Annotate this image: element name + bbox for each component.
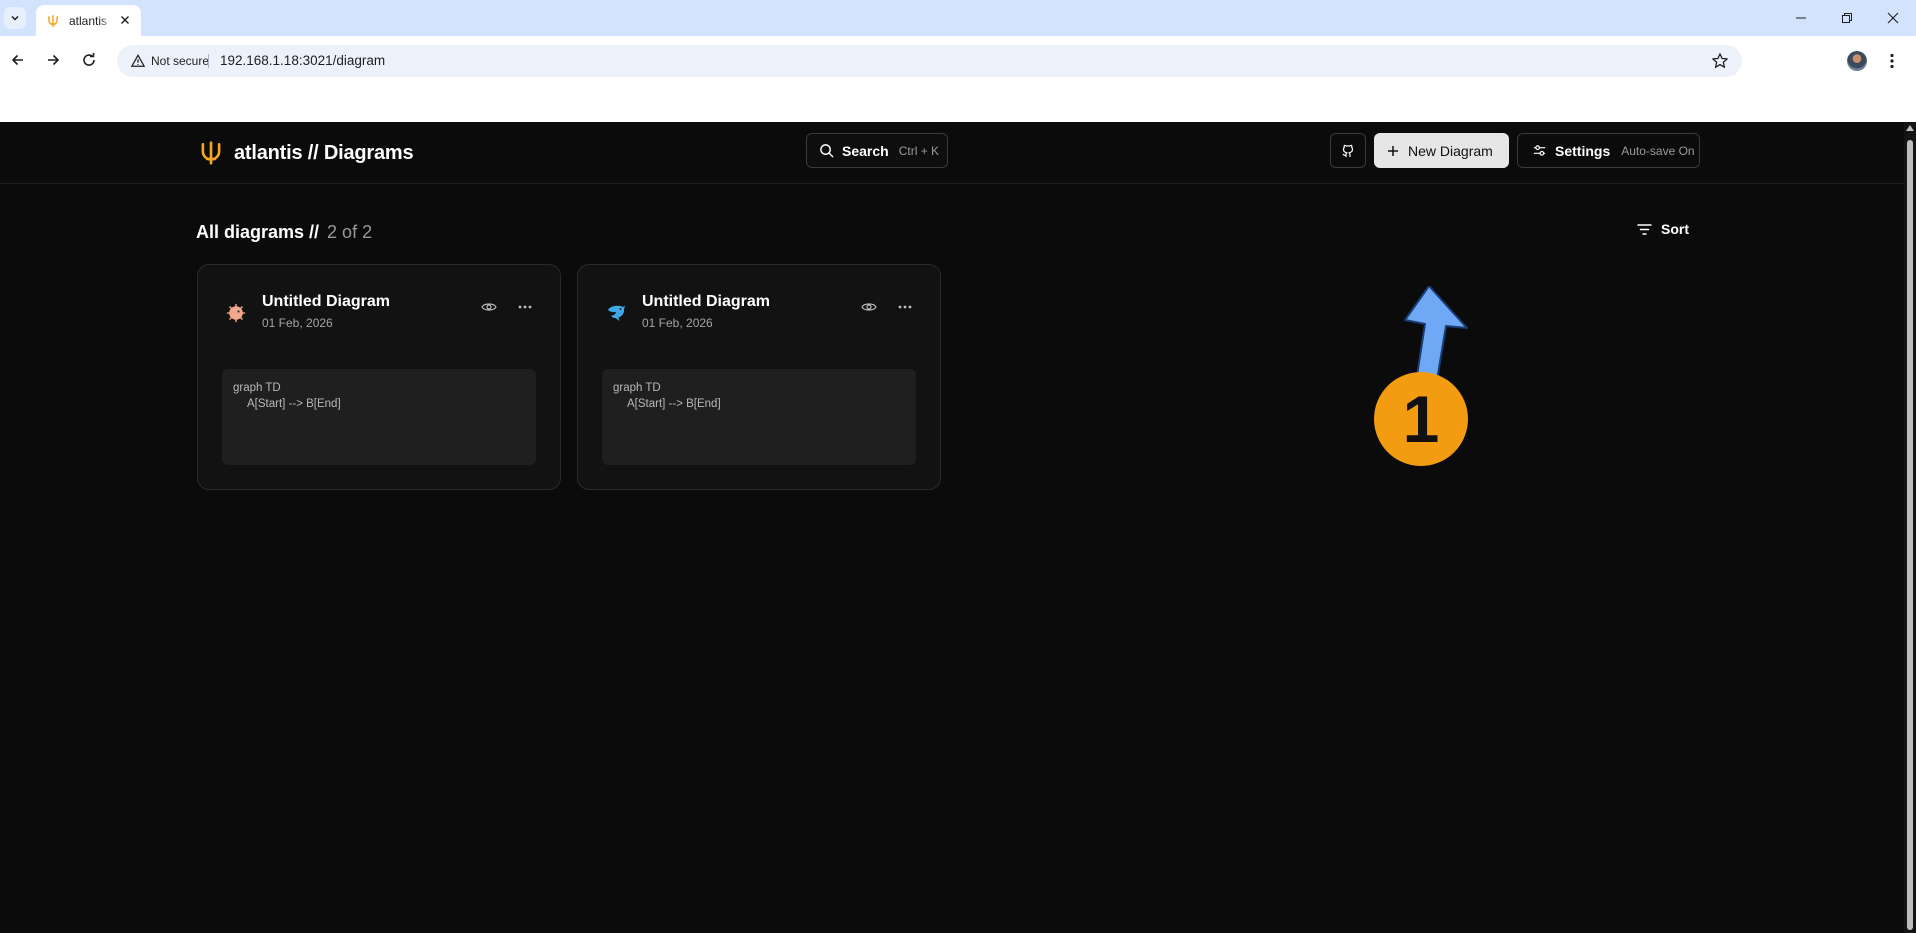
security-chip[interactable]: Not secure	[125, 50, 215, 72]
section-heading: All diagrams // 2 of 2	[196, 222, 372, 243]
browser-tab[interactable]: atlantis	[36, 5, 141, 36]
brand-title: atlantis // Diagrams	[234, 141, 414, 164]
eye-icon[interactable]	[860, 298, 878, 316]
diagram-title[interactable]: Untitled Diagram	[262, 293, 390, 311]
settings-label: Settings	[1555, 142, 1611, 159]
app-page: atlantis // Diagrams Search Ctrl + K New…	[0, 122, 1916, 933]
url-text[interactable]: 192.168.1.18:3021/diagram	[220, 53, 385, 68]
scroll-up-arrow-icon[interactable]	[1906, 125, 1914, 131]
diagram-card[interactable]: Untitled Diagram 01 Feb, 2026 graph TD A…	[577, 264, 941, 490]
section-title: All diagrams //	[196, 222, 320, 242]
step-badge: 1	[1374, 372, 1468, 466]
github-icon	[1342, 144, 1354, 157]
eye-icon[interactable]	[480, 298, 498, 316]
close-window-icon[interactable]	[1883, 8, 1903, 28]
sliders-icon	[1533, 145, 1546, 156]
minimize-icon[interactable]	[1791, 8, 1811, 28]
more-horizontal-icon[interactable]	[896, 298, 914, 316]
filter-lines-icon	[1637, 223, 1652, 235]
code-line: graph TD	[613, 382, 661, 394]
code-line: A[Start] --> B[End]	[247, 397, 341, 410]
forward-icon[interactable]	[41, 48, 65, 72]
address-bar[interactable]: Not secure 192.168.1.18:3021/diagram	[117, 45, 1742, 77]
search-label: Search	[842, 142, 889, 159]
scroll-thumb[interactable]	[1907, 140, 1913, 930]
plus-icon	[1388, 145, 1398, 156]
dolphin-icon	[604, 301, 628, 325]
new-diagram-label: New Diagram	[1408, 142, 1493, 159]
page-scrollbar[interactable]	[1904, 122, 1916, 933]
autosave-status: Auto-save On	[1621, 143, 1695, 158]
code-preview: graph TD A[Start] --> B[End]	[222, 369, 536, 465]
trident-favicon-icon	[46, 14, 60, 28]
brand[interactable]: atlantis // Diagrams	[198, 140, 414, 166]
new-diagram-button[interactable]: New Diagram	[1374, 133, 1509, 168]
sort-button[interactable]: Sort	[1637, 221, 1689, 237]
code-preview: graph TD A[Start] --> B[End]	[602, 369, 916, 465]
tab-close-icon[interactable]	[118, 13, 132, 27]
search-shortcut: Ctrl + K	[898, 143, 940, 158]
chevron-down-icon	[11, 15, 19, 21]
security-label: Not secure	[151, 54, 210, 68]
search-icon	[820, 144, 834, 158]
restore-icon[interactable]	[1837, 8, 1857, 28]
step-number: 1	[1402, 382, 1440, 456]
browser-tab-strip: atlantis	[0, 0, 1916, 36]
trident-logo-icon	[201, 141, 221, 165]
code-line: A[Start] --> B[End]	[627, 397, 721, 410]
app-header: atlantis // Diagrams Search Ctrl + K New…	[0, 122, 1904, 184]
diagram-date: 01 Feb, 2026	[262, 316, 333, 330]
browser-toolbar: Not secure 192.168.1.18:3021/diagram	[0, 36, 1916, 122]
warning-icon	[131, 54, 145, 67]
search-button[interactable]: Search Ctrl + K	[806, 133, 948, 168]
divider	[208, 54, 209, 68]
diagram-count: 2 of 2	[327, 222, 373, 242]
profile-avatar[interactable]	[1847, 51, 1867, 71]
tab-title: atlantis	[69, 13, 108, 28]
pufferfish-icon	[224, 301, 248, 325]
more-horizontal-icon[interactable]	[516, 298, 534, 316]
tab-search-button[interactable]	[4, 7, 26, 29]
github-button[interactable]	[1330, 133, 1366, 168]
code-line: graph TD	[233, 382, 281, 394]
reload-icon[interactable]	[77, 48, 101, 72]
bookmark-star-icon[interactable]	[1711, 52, 1729, 70]
back-icon[interactable]	[6, 48, 30, 72]
diagram-date: 01 Feb, 2026	[642, 316, 713, 330]
diagram-title[interactable]: Untitled Diagram	[642, 293, 770, 311]
diagram-card[interactable]: Untitled Diagram 01 Feb, 2026 graph TD A…	[197, 264, 561, 490]
browser-menu-icon[interactable]	[1882, 49, 1902, 73]
settings-button[interactable]: Settings Auto-save On	[1517, 133, 1700, 168]
sort-label: Sort	[1661, 221, 1689, 237]
annotation-arrow	[1404, 286, 1468, 386]
